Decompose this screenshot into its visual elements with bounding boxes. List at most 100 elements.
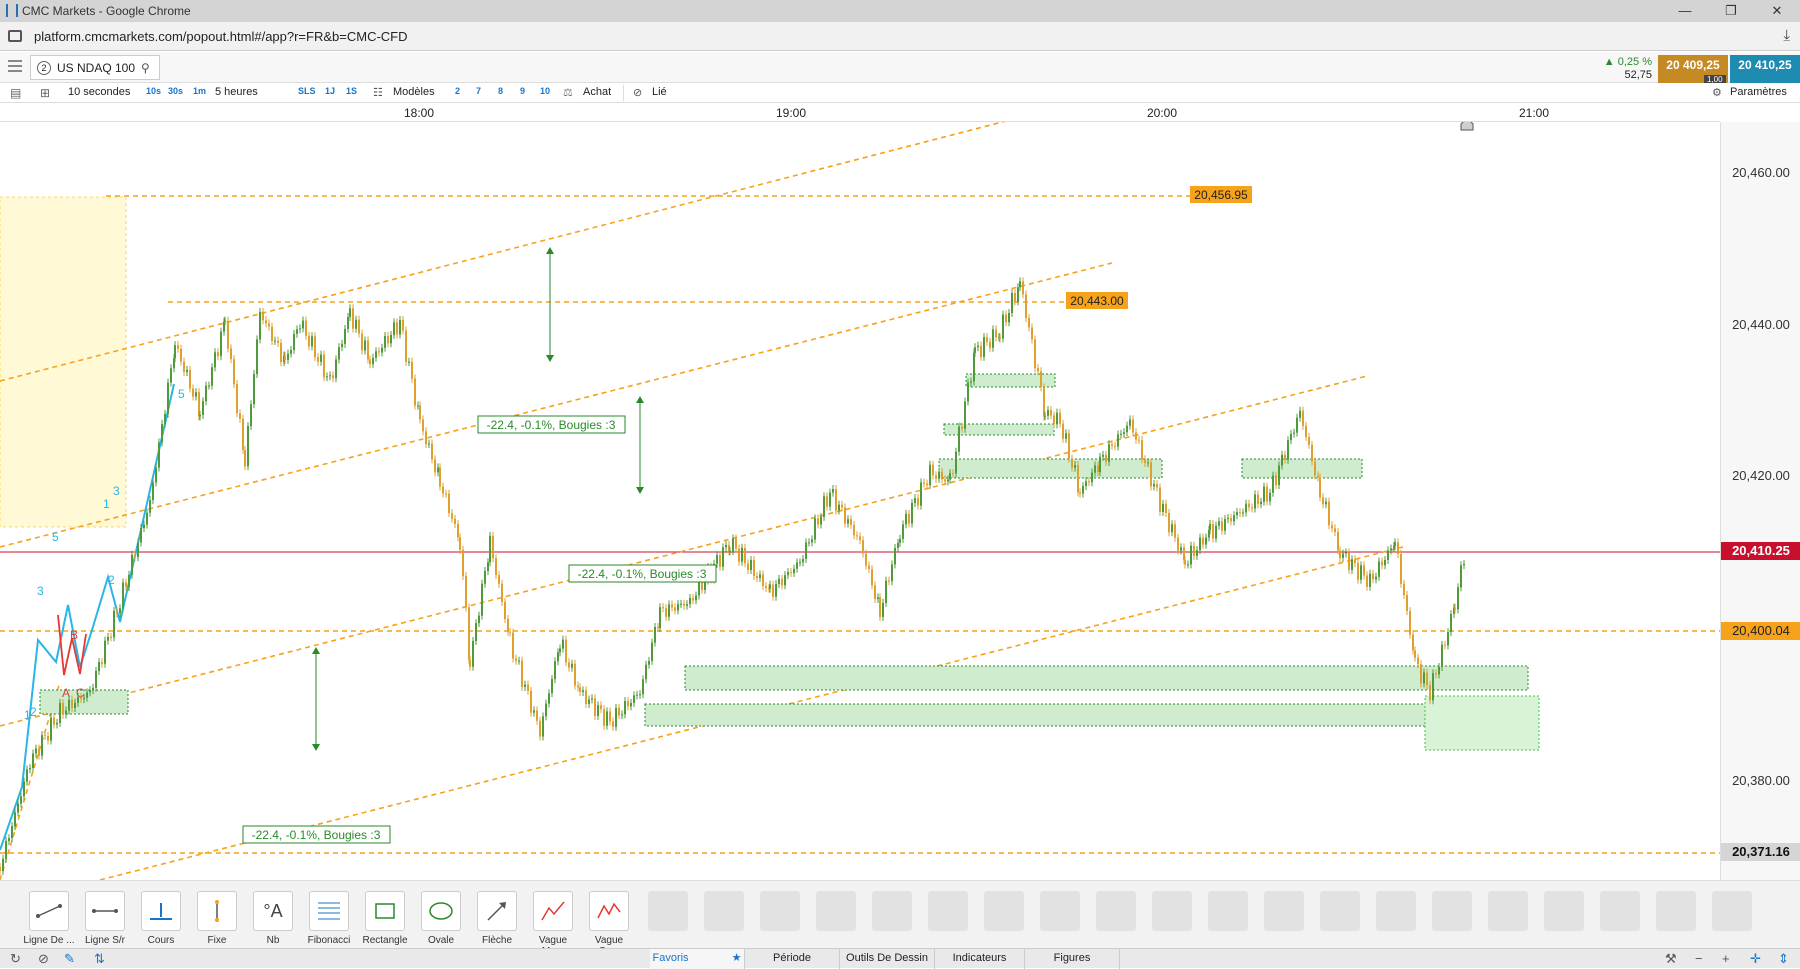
zone-rect[interactable] xyxy=(943,423,1055,436)
tool-note[interactable]: °A Nb xyxy=(247,891,299,946)
candle-body xyxy=(1378,561,1380,577)
link-icon[interactable]: ⊘ xyxy=(633,86,642,99)
candle-body xyxy=(835,489,837,511)
candle-body xyxy=(489,535,491,563)
preset-8[interactable]: 8 xyxy=(498,86,503,96)
price-chart-canvas[interactable]: 1 2 3 5 1 2 3 5 A B C 20,456.95 20,443.0… xyxy=(0,122,1720,880)
candle-body xyxy=(536,710,538,721)
url-text[interactable]: platform.cmcmarkets.com/popout.html#/app… xyxy=(34,29,408,44)
interval-30s[interactable]: 30s xyxy=(168,86,183,96)
fit-icon[interactable]: ⇕ xyxy=(1778,951,1789,967)
tool-fixed-line[interactable]: Fixe xyxy=(191,891,243,946)
interval-10s[interactable]: 10s xyxy=(146,86,161,96)
zone-rect[interactable] xyxy=(644,703,1537,727)
sell-price-button[interactable]: 20 409,25 1,00 xyxy=(1658,55,1728,84)
candle-body xyxy=(1275,475,1277,486)
crosshair-hammer-icon[interactable]: ⚒ xyxy=(1665,951,1677,967)
tool-fibonacci[interactable]: Fibonacci xyxy=(303,891,355,946)
candle-body xyxy=(167,382,169,414)
quote-panel: ▲ 0,25 % 52,75 20 409,25 1,00 20 410,25 xyxy=(1596,55,1800,84)
interval-select[interactable]: 10 secondes xyxy=(68,86,130,98)
tool-rectangle[interactable]: Rectangle xyxy=(359,891,411,946)
tool-sr-line[interactable]: Ligne S/r xyxy=(79,891,131,946)
menu-icon[interactable] xyxy=(8,60,22,72)
buy-scale-icon[interactable]: ⚖ xyxy=(563,86,573,99)
pencil-icon[interactable]: ✎ xyxy=(64,951,75,967)
cancel-icon[interactable]: ⊘ xyxy=(38,951,49,967)
candle-body xyxy=(341,343,343,348)
address-bar[interactable]: platform.cmcmarkets.com/popout.html#/app… xyxy=(0,22,1800,51)
candle-body xyxy=(659,607,661,629)
candle-body xyxy=(741,547,743,562)
tab-favorites[interactable]: Favoris ★ xyxy=(650,949,745,969)
wave-label: 3 xyxy=(113,484,120,498)
zone-rect[interactable] xyxy=(684,665,1529,691)
tool-trend-line[interactable]: Ligne De ... xyxy=(23,891,75,946)
preset-9[interactable]: 9 xyxy=(520,86,525,96)
candle-body xyxy=(1308,436,1310,445)
tool-arrow[interactable]: Flèche xyxy=(471,891,523,946)
refresh-icon[interactable]: ↻ xyxy=(10,951,21,967)
candle-body xyxy=(393,322,395,335)
swap-icon[interactable]: ⇅ xyxy=(94,951,105,967)
search-icon[interactable]: ⚲ xyxy=(141,61,150,75)
site-info-icon[interactable] xyxy=(8,30,22,42)
preset-10[interactable]: 10 xyxy=(540,86,550,96)
candle-body xyxy=(501,583,503,602)
maximize-button[interactable]: ❐ xyxy=(1708,0,1754,22)
interval-1m[interactable]: 1m xyxy=(193,86,206,96)
close-button[interactable]: ✕ xyxy=(1754,0,1800,22)
range-select[interactable]: 5 heures xyxy=(215,86,258,98)
candle-body xyxy=(1221,521,1223,531)
zone-rect[interactable] xyxy=(1241,458,1363,479)
range-1j[interactable]: 1J xyxy=(325,86,335,96)
tab-drawing-tools[interactable]: Outils De Dessin xyxy=(840,949,935,969)
preset-7[interactable]: 7 xyxy=(476,86,481,96)
candle-body xyxy=(917,498,919,506)
home-marker-icon[interactable] xyxy=(1460,122,1474,131)
preset-2[interactable]: 2 xyxy=(455,86,460,96)
download-icon[interactable]: ⤓ xyxy=(1783,27,1790,44)
candle-body xyxy=(512,632,514,659)
candle-body xyxy=(442,486,444,494)
minimize-button[interactable]: — xyxy=(1662,0,1708,22)
tool-price-line[interactable]: Cours xyxy=(135,891,187,946)
candle-body xyxy=(0,867,1,871)
candle-body xyxy=(885,580,887,603)
settings-button[interactable]: Paramètres xyxy=(1730,86,1787,98)
chart-type-icon[interactable]: ▤ xyxy=(10,86,21,100)
channel-line-top[interactable] xyxy=(0,122,1010,382)
candle-body xyxy=(74,702,76,708)
range-sls[interactable]: SLS xyxy=(298,86,316,96)
zone-rect-projection[interactable] xyxy=(1424,695,1540,751)
buy-toggle[interactable]: Achat xyxy=(583,86,611,98)
zoom-in-icon[interactable]: + xyxy=(1722,951,1730,966)
candle-body xyxy=(897,542,899,548)
tab-figures[interactable]: Figures xyxy=(1025,949,1120,969)
candle-body xyxy=(527,684,529,691)
tab-indicators[interactable]: Indicateurs xyxy=(935,949,1025,969)
candle-body xyxy=(451,513,453,519)
candle-body xyxy=(973,352,975,382)
candle-body xyxy=(1457,587,1459,610)
candle-body xyxy=(1017,287,1019,302)
tab-period[interactable]: Période xyxy=(745,949,840,969)
zone-rect[interactable] xyxy=(938,458,1163,479)
channel-line-mid[interactable] xyxy=(0,262,1113,548)
settings-gear-icon[interactable]: ⚙ xyxy=(1712,86,1722,99)
candle-body xyxy=(107,636,109,641)
candle-body xyxy=(1040,371,1042,388)
crosshair-icon[interactable]: ✛ xyxy=(1750,951,1761,967)
range-1s[interactable]: 1S xyxy=(346,86,357,96)
layout-icon[interactable]: ⊞ xyxy=(40,86,50,100)
tool-oval[interactable]: Ovale xyxy=(415,891,467,946)
models-button[interactable]: Modèles xyxy=(393,86,435,98)
buy-price-button[interactable]: 20 410,25 xyxy=(1730,55,1800,83)
candle-body xyxy=(989,341,991,348)
models-icon[interactable]: ☷ xyxy=(373,86,383,99)
instrument-selector[interactable]: 2 US NDAQ 100 ⚲ xyxy=(30,55,160,80)
zoom-out-icon[interactable]: − xyxy=(1695,951,1703,966)
candle-body xyxy=(177,345,179,349)
linked-toggle[interactable]: Lié xyxy=(652,86,667,98)
candle-body xyxy=(577,685,579,688)
